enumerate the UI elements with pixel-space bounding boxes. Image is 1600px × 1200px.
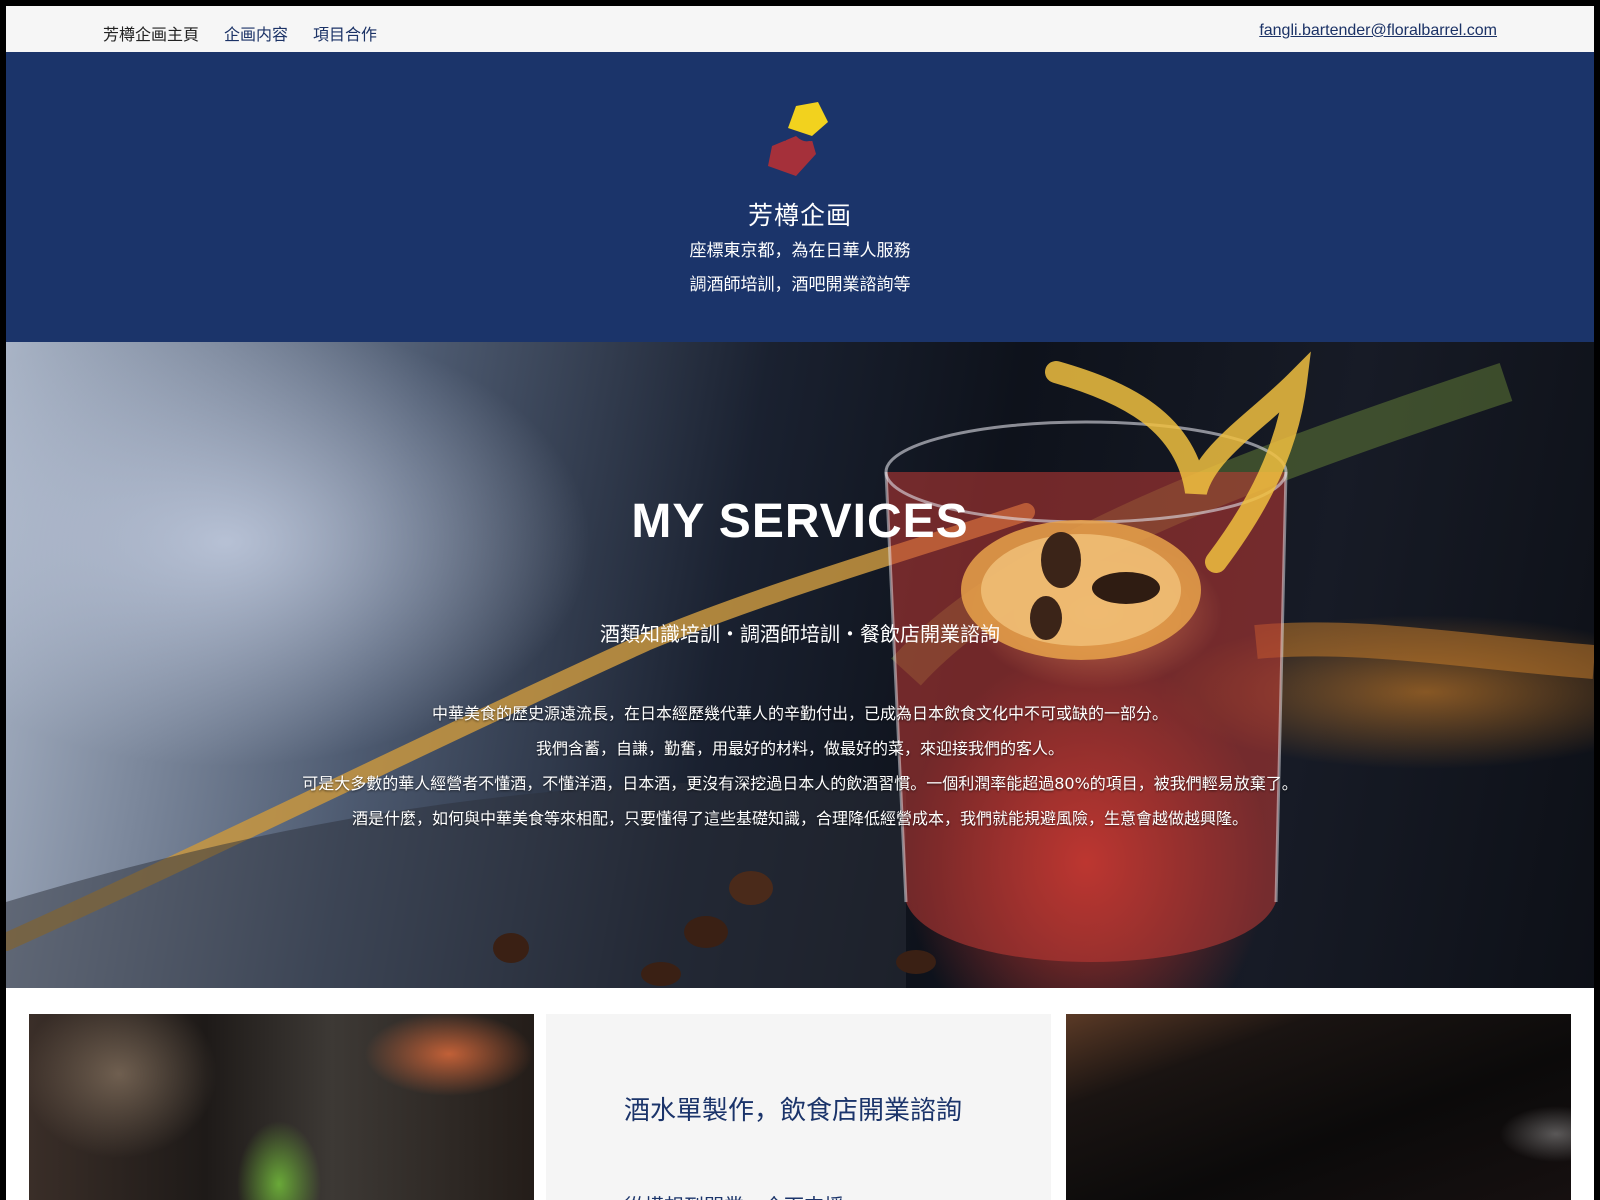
bar-photo-right [1066, 1014, 1571, 1200]
description-line: 酒是什麼，如何與中華美食等來相配，只要懂得了這些基礎知識，合理降低經營成本，我們… [351, 809, 1248, 828]
services-banner: MY SERVICES 酒類知識培訓・調酒師培訓・餐飲店開業諮詢 中華美食的歷史… [6, 342, 1594, 988]
services-description: 中華美食的歷史源遠流長，在日本經歷幾代華人的辛勤付出，已成為日本飲食文化中不可或… [6, 696, 1594, 836]
services-subtitle: 酒類知識培訓・調酒師培訓・餐飲店開業諮詢 [600, 622, 1000, 646]
description-line: 可是大多數的華人經營者不懂酒，不懂洋酒，日本酒，更沒有深挖過日本人的飲酒習慣。一… [302, 774, 1298, 793]
nav-links: 芳樽企画主頁 企画内容 項目合作 [103, 21, 377, 45]
bar-photo-left [29, 1014, 534, 1200]
consulting-card: 酒水單製作，飲食店開業諮詢 從構想到開業，全面支援 [546, 1014, 1051, 1200]
card-title: 酒水單製作，飲食店開業諮詢 [624, 1096, 963, 1126]
brand-name: 芳樽企画 [747, 201, 852, 230]
email-link[interactable]: fangli.bartender@floralbarrel.com [1259, 22, 1497, 40]
description-line: 中華美食的歷史源遠流長，在日本經歷幾代華人的辛勤付出，已成為日本飲食文化中不可或… [431, 704, 1168, 723]
nav-item-planning[interactable]: 企画内容 [224, 21, 288, 45]
feature-cards: 酒水單製作，飲食店開業諮詢 從構想到開業，全面支援 [6, 988, 1594, 1200]
nav-item-home[interactable]: 芳樽企画主頁 [103, 21, 199, 45]
cocktail-background-image [6, 351, 1594, 988]
card-subtitle: 從構想到開業，全面支援 [624, 1190, 844, 1200]
brand-logo-icon[interactable] [766, 102, 832, 178]
nav-item-cooperation[interactable]: 項目合作 [313, 21, 377, 45]
brand-tagline-1: 座標東京都，為在日華人服務 [689, 241, 911, 261]
services-title: MY SERVICES [631, 495, 969, 548]
brand-tagline-2: 調酒師培訓，酒吧開業諮詢等 [689, 275, 911, 295]
page: 芳樽企画主頁 企画内容 項目合作 fangli.bartender@floral… [6, 6, 1594, 1200]
top-nav: 芳樽企画主頁 企画内容 項目合作 fangli.bartender@floral… [6, 6, 1594, 52]
brand-header: 芳樽企画 座標東京都，為在日華人服務 調酒師培訓，酒吧開業諮詢等 [6, 52, 1594, 342]
description-line: 我們含蓄，自謙，勤奮，用最好的材料，做最好的菜，來迎接我們的客人。 [535, 739, 1064, 758]
